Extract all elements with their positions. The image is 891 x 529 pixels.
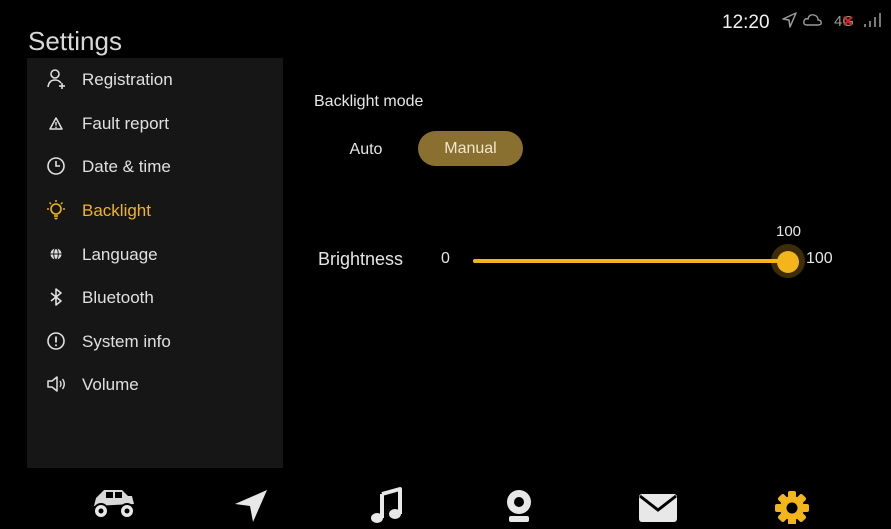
lightbulb-icon	[47, 200, 65, 220]
brightness-label: Brightness	[318, 249, 404, 269]
music-note-icon	[371, 487, 402, 523]
sidebar-item-fault-report[interactable]: Fault report	[27, 104, 283, 144]
settings-sidebar: Registration Fault report Date & time Ba…	[27, 58, 283, 468]
info-icon	[47, 332, 65, 350]
camera-icon	[507, 490, 531, 522]
sidebar-item-registration[interactable]: Registration	[27, 60, 283, 100]
cloud-icon	[803, 14, 822, 26]
sidebar-item-label: Fault report	[82, 114, 169, 133]
backlight-mode-label: Backlight mode	[314, 93, 424, 110]
speaker-icon	[47, 376, 65, 392]
signal-bars-icon	[864, 13, 881, 27]
clock-icon	[47, 157, 65, 175]
sidebar-item-label: Date & time	[82, 157, 171, 176]
settings-screen: 12:20 4G Settings Registration Fault rep…	[0, 0, 891, 525]
dock-camera-button[interactable]	[491, 484, 547, 524]
sidebar-item-date-time[interactable]: Date & time	[27, 147, 283, 187]
location-arrow-icon	[782, 12, 797, 28]
settings-gear-icon	[775, 491, 809, 525]
manual-mode-button[interactable]: Manual	[418, 131, 523, 166]
sidebar-item-label: Bluetooth	[82, 288, 154, 307]
sidebar-item-label: Registration	[82, 70, 173, 89]
brightness-slider[interactable]	[470, 244, 805, 278]
vehicle-icon	[93, 490, 135, 519]
brightness-max-label: 100	[806, 250, 833, 267]
slider-thumb[interactable]	[777, 251, 799, 273]
dock-settings-button[interactable]	[764, 484, 820, 525]
sidebar-item-language[interactable]: Language	[27, 235, 283, 275]
person-add-icon	[47, 69, 65, 89]
page-title: Settings	[28, 26, 122, 56]
dock-mail-button[interactable]	[630, 484, 686, 524]
sidebar-item-bluetooth[interactable]: Bluetooth	[27, 278, 283, 318]
dock-music-button[interactable]	[359, 484, 415, 524]
network-error-icon	[843, 16, 853, 26]
sidebar-item-volume[interactable]: Volume	[27, 365, 283, 405]
sidebar-item-label: Backlight	[82, 201, 151, 220]
bluetooth-icon	[50, 288, 62, 306]
dock-navigation-button[interactable]	[225, 484, 281, 524]
globe-icon	[50, 248, 62, 260]
slider-fill	[473, 259, 788, 263]
warning-triangle-icon	[49, 117, 63, 130]
status-clock: 12:20	[722, 12, 770, 33]
sidebar-item-label: System info	[82, 332, 171, 351]
navigation-arrow-icon	[235, 490, 267, 522]
mail-icon	[639, 494, 677, 522]
auto-mode-button[interactable]: Auto	[335, 133, 397, 167]
sidebar-item-label: Volume	[82, 375, 139, 394]
brightness-value-label: 100	[776, 223, 802, 240]
sidebar-item-label: Language	[82, 245, 158, 264]
sidebar-item-backlight[interactable]: Backlight	[27, 191, 283, 231]
sidebar-item-system-info[interactable]: System info	[27, 322, 283, 362]
dock-vehicle-button[interactable]	[86, 484, 142, 524]
brightness-min-label: 0	[441, 250, 450, 267]
